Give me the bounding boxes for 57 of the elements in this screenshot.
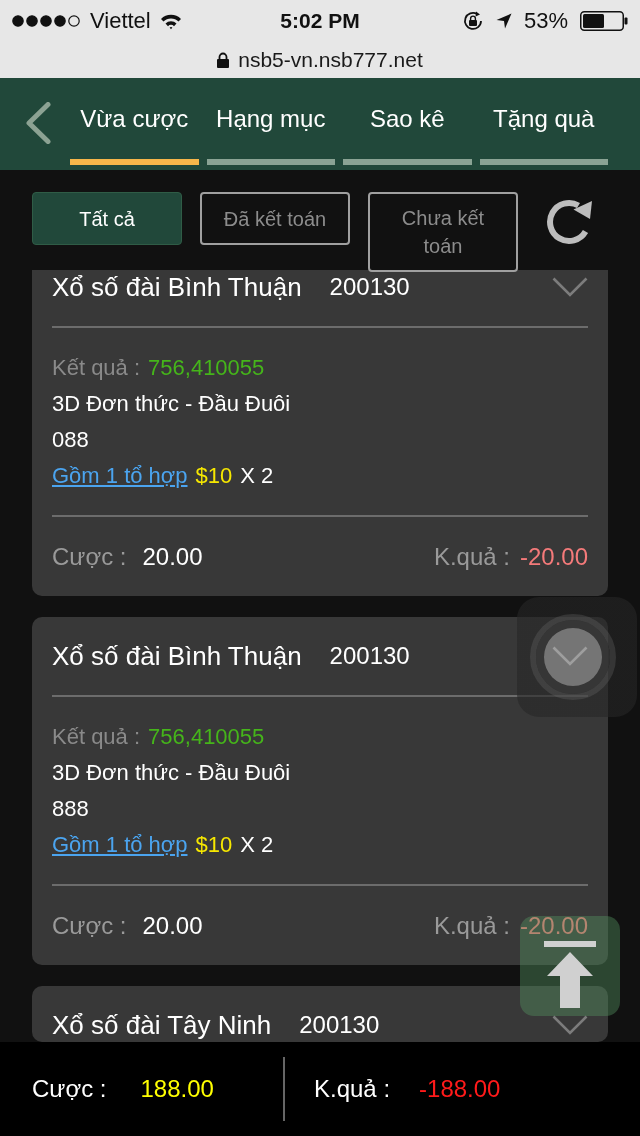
outcome-value: -20.00 <box>519 910 588 941</box>
result-label: Kết quả : <box>52 354 141 382</box>
lottery-title: Xổ số đài Tây Ninh <box>52 1010 272 1040</box>
draw-number: 200130 <box>299 1010 380 1040</box>
multiplier: X 2 <box>240 831 274 859</box>
filter-button[interactable]: Đã kết toán <box>200 192 350 245</box>
result-label: Kết quả : <box>52 723 141 751</box>
chevron-left-icon <box>25 102 51 144</box>
lock-icon <box>217 52 230 68</box>
carrier-name: Viettel <box>90 8 151 34</box>
multiplier: X 2 <box>240 462 274 490</box>
bet-amount: 20.00 <box>142 541 203 572</box>
arrow-to-top-icon <box>544 941 596 1008</box>
tab[interactable]: Hạng mục <box>206 104 335 165</box>
chevron-down-icon[interactable] <box>552 1015 588 1035</box>
location-arrow-icon <box>495 13 512 29</box>
outcome-label: K.quả : <box>433 910 510 941</box>
filter-button[interactable]: Chưa kết toán <box>368 192 518 272</box>
total-outcome-value: -188.00 <box>419 1074 501 1104</box>
bet-type: 3D Đơn thức - Đầu Đuôi <box>52 759 291 787</box>
tab[interactable]: Sao kê <box>343 104 472 165</box>
combo-link[interactable]: Gồm 1 tổ hợp <box>52 458 188 494</box>
stake-amount: $10 <box>195 462 233 490</box>
bet-numbers: 088 <box>52 426 89 454</box>
draw-number: 200130 <box>329 272 410 302</box>
battery-icon <box>580 11 628 31</box>
refresh-icon <box>545 197 593 245</box>
total-bet-amount: 188.00 <box>140 1074 214 1104</box>
lottery-title: Xổ số đài Bình Thuận <box>52 641 302 671</box>
stake-amount: $10 <box>195 831 233 859</box>
combo-link[interactable]: Gồm 1 tổ hợp <box>52 827 188 863</box>
address-url[interactable]: nsb5-vn.nsb777.net <box>238 47 423 73</box>
lottery-title: Xổ số đài Bình Thuận <box>52 272 302 302</box>
bet-amount: 20.00 <box>142 910 203 941</box>
tab[interactable]: Vừa cược <box>70 104 199 165</box>
outcome-label: K.quả : <box>433 541 510 572</box>
signal-strength-icon <box>12 15 81 27</box>
bet-label: Cược : <box>52 541 127 572</box>
bet-numbers: 888 <box>52 795 89 823</box>
bet-type: 3D Đơn thức - Đầu Đuôi <box>52 390 291 418</box>
outcome-value: -20.00 <box>519 541 588 572</box>
chevron-down-icon[interactable] <box>552 277 588 297</box>
tab[interactable]: Tặng quà <box>479 104 608 165</box>
battery-percent: 53% <box>523 8 568 34</box>
result-value: 756,410055 <box>148 723 265 751</box>
draw-number: 200130 <box>329 641 410 671</box>
floating-touch-button[interactable] <box>517 597 637 717</box>
scroll-to-top-button[interactable] <box>520 916 620 1016</box>
filter-button[interactable]: Tất cả <box>32 192 182 245</box>
clock-time: 5:02 PM <box>280 8 360 34</box>
rotation-lock-icon <box>461 10 484 32</box>
result-value: 756,410055 <box>148 354 265 382</box>
wifi-icon <box>159 12 182 30</box>
total-bet-label: Cược : <box>32 1074 107 1104</box>
total-outcome-label: K.quả : <box>314 1074 391 1104</box>
refresh-button[interactable] <box>545 197 593 245</box>
bet-label: Cược : <box>52 910 127 941</box>
